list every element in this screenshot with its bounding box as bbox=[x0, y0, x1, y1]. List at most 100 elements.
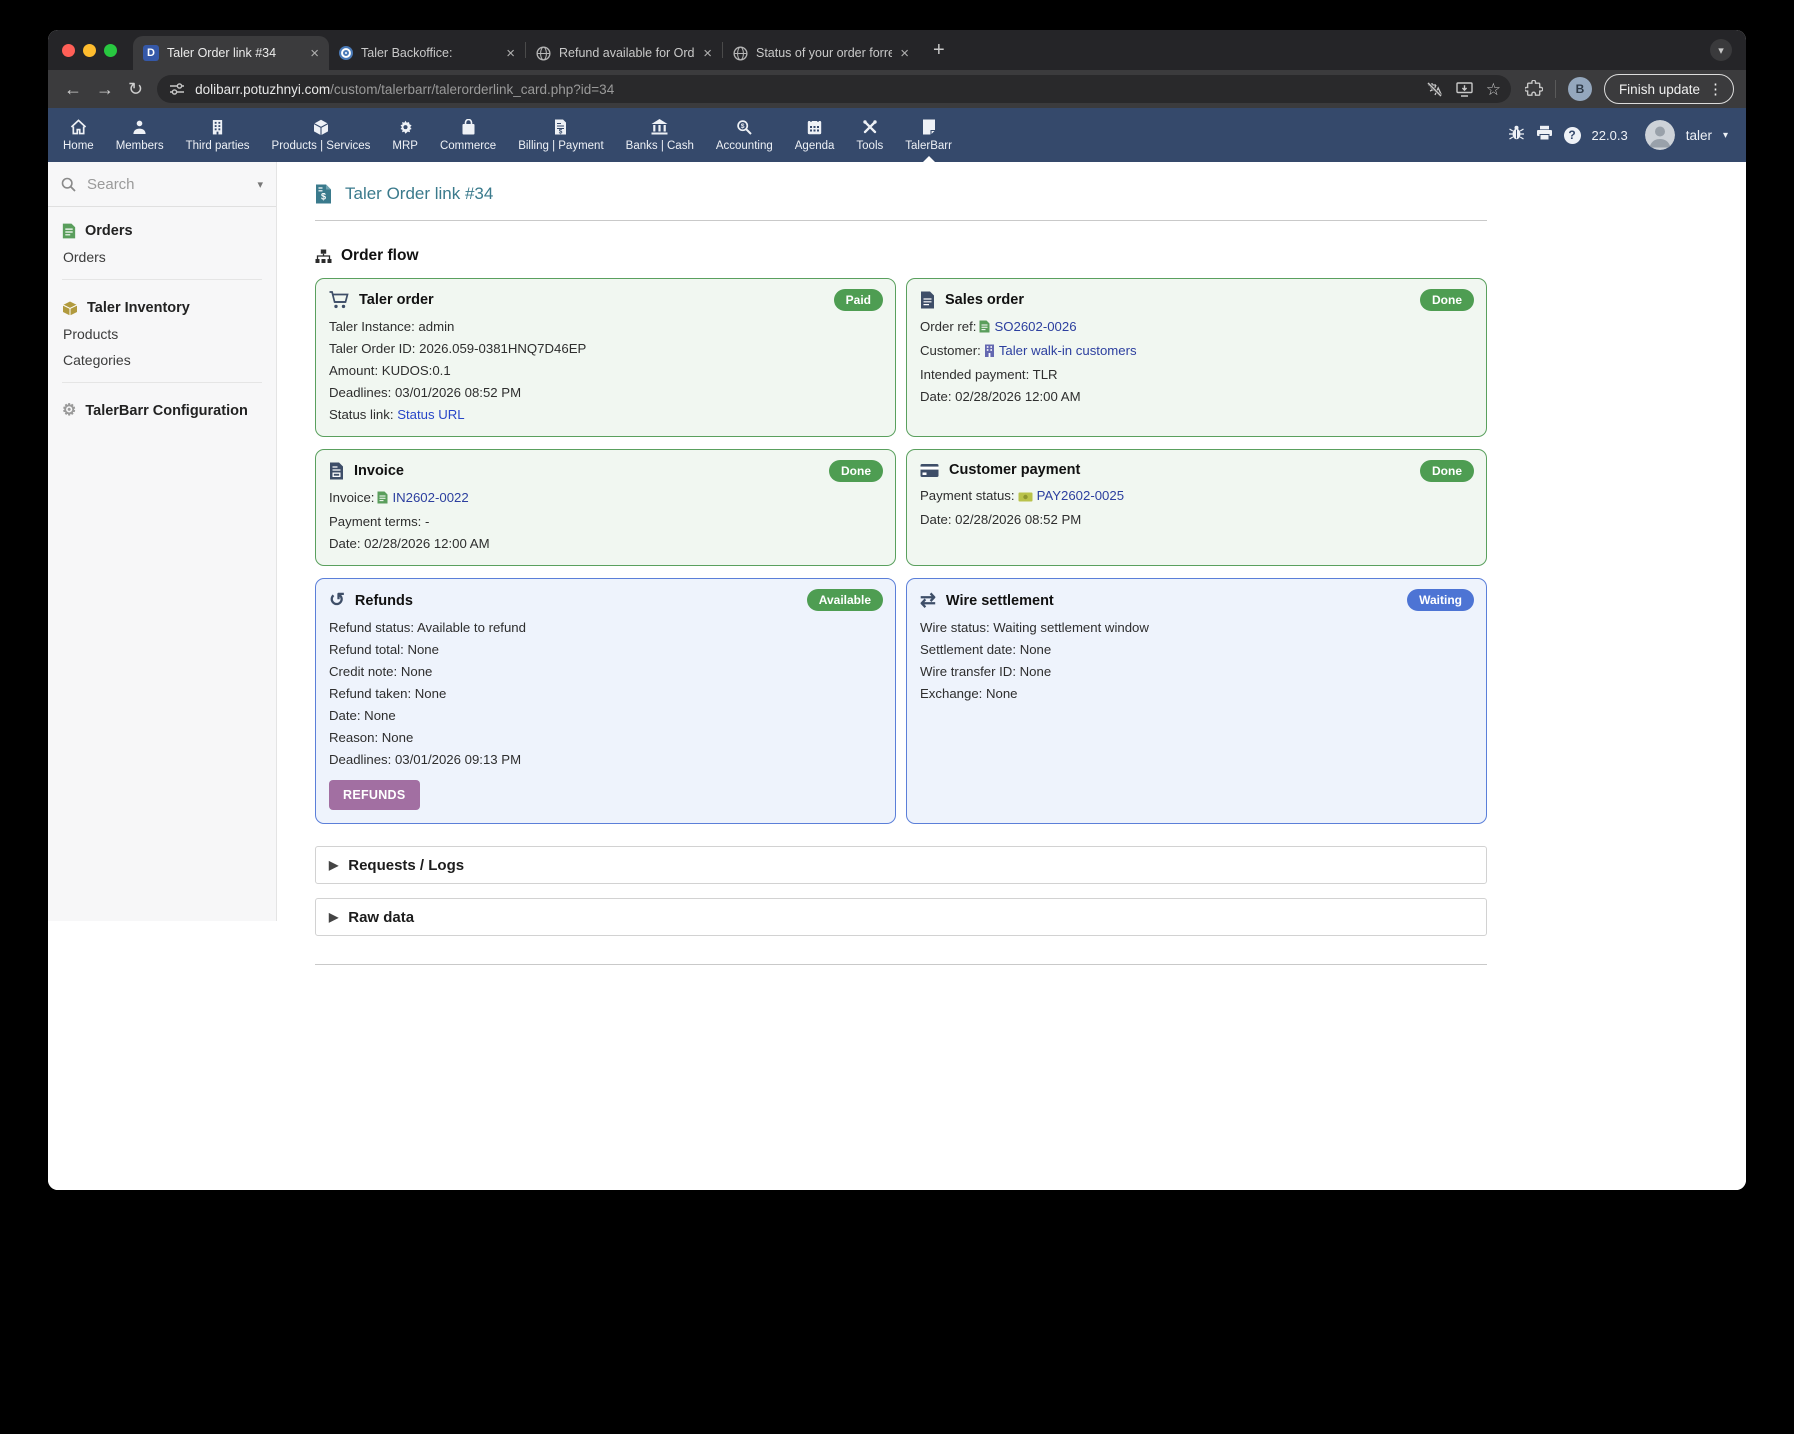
bug-icon[interactable] bbox=[1508, 125, 1525, 146]
nav-talerbarr[interactable]: TalerBarr bbox=[894, 108, 963, 162]
search-input[interactable] bbox=[85, 174, 219, 194]
close-icon[interactable]: × bbox=[506, 46, 515, 61]
close-icon[interactable]: × bbox=[703, 46, 712, 61]
refund-reason-line: Reason: None bbox=[329, 729, 414, 745]
bottom-divider bbox=[315, 964, 1487, 966]
nav-members[interactable]: Members bbox=[105, 108, 175, 162]
nav-label: TalerBarr bbox=[905, 139, 952, 152]
invoice-label: Invoice: bbox=[329, 490, 375, 506]
accordion-raw-data[interactable]: ▶ Raw data bbox=[315, 898, 1487, 937]
navbar-right-tools: ? 22.0.3 taler ▾ bbox=[1508, 108, 1742, 162]
accordion-requests-logs[interactable]: ▶ Requests / Logs bbox=[315, 846, 1487, 885]
sidebar-section-talerbarr-config[interactable]: ⚙ TalerBarr Configuration bbox=[62, 403, 262, 420]
nav-tools[interactable]: Tools bbox=[845, 108, 894, 162]
sidebar: ▾ Orders Orders Taler Inventory Product bbox=[48, 162, 277, 1190]
finish-update-button[interactable]: Finish update ⋮ bbox=[1603, 74, 1734, 104]
refund-date-line: Date: None bbox=[329, 708, 396, 724]
url-bar[interactable]: dolibarr.potuzhnyi.com/custom/talerbarr/… bbox=[157, 75, 1511, 103]
printer-icon[interactable] bbox=[1536, 125, 1553, 146]
tab-refund-available[interactable]: Refund available for Order to × bbox=[526, 36, 722, 70]
url-text[interactable]: dolibarr.potuzhnyi.com/custom/talerbarr/… bbox=[195, 82, 1416, 97]
credit-note-line: Credit note: None bbox=[329, 664, 433, 680]
card-invoice: Invoice Done Invoice: IN2602-0022 Payment… bbox=[315, 449, 896, 567]
page-title-text: Taler Order link #34 bbox=[345, 184, 494, 203]
invoice-ref-link[interactable]: IN2602-0022 bbox=[392, 490, 468, 505]
wire-status-line: Wire status: Waiting settlement window bbox=[920, 620, 1149, 636]
bank-icon bbox=[651, 119, 668, 136]
reload-button[interactable]: ↻ bbox=[128, 80, 143, 98]
customer-link[interactable]: Taler walk-in customers bbox=[999, 343, 1137, 358]
tab-search-button[interactable]: ▾ bbox=[1710, 39, 1732, 61]
person-icon bbox=[132, 119, 147, 136]
window-minimize-button[interactable] bbox=[83, 43, 96, 57]
credit-card-icon bbox=[920, 463, 939, 477]
close-icon[interactable]: × bbox=[310, 46, 319, 61]
browser-profile-avatar[interactable]: B bbox=[1567, 77, 1592, 101]
toolbar-separator bbox=[1554, 80, 1556, 98]
sidebar-item-orders[interactable]: Orders bbox=[62, 239, 262, 265]
sidebar-search[interactable]: ▾ bbox=[48, 162, 276, 207]
sidebar-section-orders[interactable]: Orders bbox=[62, 223, 262, 239]
main-content: $ Taler Order link #34 Order flow Taler … bbox=[277, 162, 1746, 1190]
nav-products-services[interactable]: Products | Services bbox=[261, 108, 382, 162]
section-title: TalerBarr Configuration bbox=[85, 403, 248, 419]
status-url-link[interactable]: Status URL bbox=[397, 407, 464, 422]
translate-blocked-icon[interactable] bbox=[1426, 81, 1443, 98]
card-title: Taler order bbox=[359, 292, 434, 308]
extensions-icon[interactable] bbox=[1524, 80, 1543, 98]
window-close-button[interactable] bbox=[62, 43, 75, 57]
chevron-down-icon[interactable]: ▾ bbox=[1723, 130, 1728, 141]
cube-icon bbox=[313, 119, 329, 136]
site-settings-icon[interactable] bbox=[169, 81, 185, 97]
sidebar-item-products[interactable]: Products bbox=[62, 316, 262, 342]
refund-total-line: Refund total: None bbox=[329, 642, 439, 658]
sales-order-ref-link[interactable]: SO2602-0026 bbox=[994, 319, 1076, 334]
nav-third-parties[interactable]: Third parties bbox=[175, 108, 261, 162]
sidebar-item-categories[interactable]: Categories bbox=[62, 342, 262, 368]
forward-button[interactable]: → bbox=[96, 80, 114, 98]
sidebar-section-taler-inventory[interactable]: Taler Inventory bbox=[62, 300, 262, 316]
nav-accounting[interactable]: $ Accounting bbox=[705, 108, 784, 162]
install-icon[interactable] bbox=[1455, 81, 1473, 97]
refunds-button[interactable]: REFUNDS bbox=[329, 780, 420, 811]
window-maximize-button[interactable] bbox=[104, 43, 117, 57]
tab-title: Taler Backoffice: bbox=[361, 46, 453, 60]
user-name[interactable]: taler bbox=[1686, 128, 1712, 143]
building-icon bbox=[211, 119, 224, 136]
nav-agenda[interactable]: Agenda bbox=[784, 108, 846, 162]
active-nav-indicator bbox=[922, 156, 935, 162]
payment-terms-line: Payment terms: - bbox=[329, 514, 430, 530]
nav-mrp[interactable]: MRP bbox=[381, 108, 429, 162]
search-dropdown-caret-icon[interactable]: ▾ bbox=[257, 178, 263, 191]
tab-taler-order-link[interactable]: D Taler Order link #34 × bbox=[133, 36, 329, 70]
document-green-icon bbox=[377, 491, 388, 508]
new-tab-button[interactable]: + bbox=[933, 40, 945, 60]
nav-home[interactable]: Home bbox=[52, 108, 105, 162]
nav-label: Banks | Cash bbox=[625, 139, 694, 152]
help-icon[interactable]: ? bbox=[1563, 126, 1581, 144]
payment-status-line: Payment status: PAY2602-0025 bbox=[920, 487, 1473, 506]
close-icon[interactable]: × bbox=[900, 46, 909, 61]
bookmark-star-icon[interactable]: ☆ bbox=[1486, 81, 1501, 98]
back-button[interactable]: ← bbox=[64, 80, 82, 98]
app-navbar: Home Members Third parties Products | Se… bbox=[48, 108, 1746, 162]
card-title: Refunds bbox=[354, 592, 413, 609]
sitemap-icon bbox=[315, 249, 332, 263]
customer-line: Customer: Taler walk-in customers bbox=[920, 342, 1473, 361]
nav-billing-payment[interactable]: $ Billing | Payment bbox=[507, 108, 614, 162]
status-badge: Waiting bbox=[1407, 589, 1474, 612]
invoice-ref-line: Invoice: IN2602-0022 bbox=[329, 489, 882, 508]
tab-order-status[interactable]: Status of your order forrefund × bbox=[723, 36, 919, 70]
nav-banks-cash[interactable]: Banks | Cash bbox=[615, 108, 705, 162]
user-avatar[interactable] bbox=[1644, 120, 1675, 150]
inventory-box-icon bbox=[62, 301, 78, 315]
nav-commerce[interactable]: Commerce bbox=[429, 108, 507, 162]
tab-title: Status of your order forrefund bbox=[756, 46, 893, 60]
taler-favicon-icon bbox=[339, 46, 353, 60]
card-sales-order: Sales order Done Order ref: SO2602-0026 C… bbox=[906, 278, 1487, 438]
tab-taler-backoffice[interactable]: Taler Backoffice: × bbox=[329, 36, 525, 70]
browser-window: D Taler Order link #34 × Taler Backoffic… bbox=[48, 30, 1746, 1190]
kebab-menu-icon[interactable]: ⋮ bbox=[1708, 80, 1723, 98]
payment-ref-link[interactable]: PAY2602-0025 bbox=[1037, 488, 1125, 503]
refund-status-line: Refund status: Available to refund bbox=[329, 620, 526, 636]
